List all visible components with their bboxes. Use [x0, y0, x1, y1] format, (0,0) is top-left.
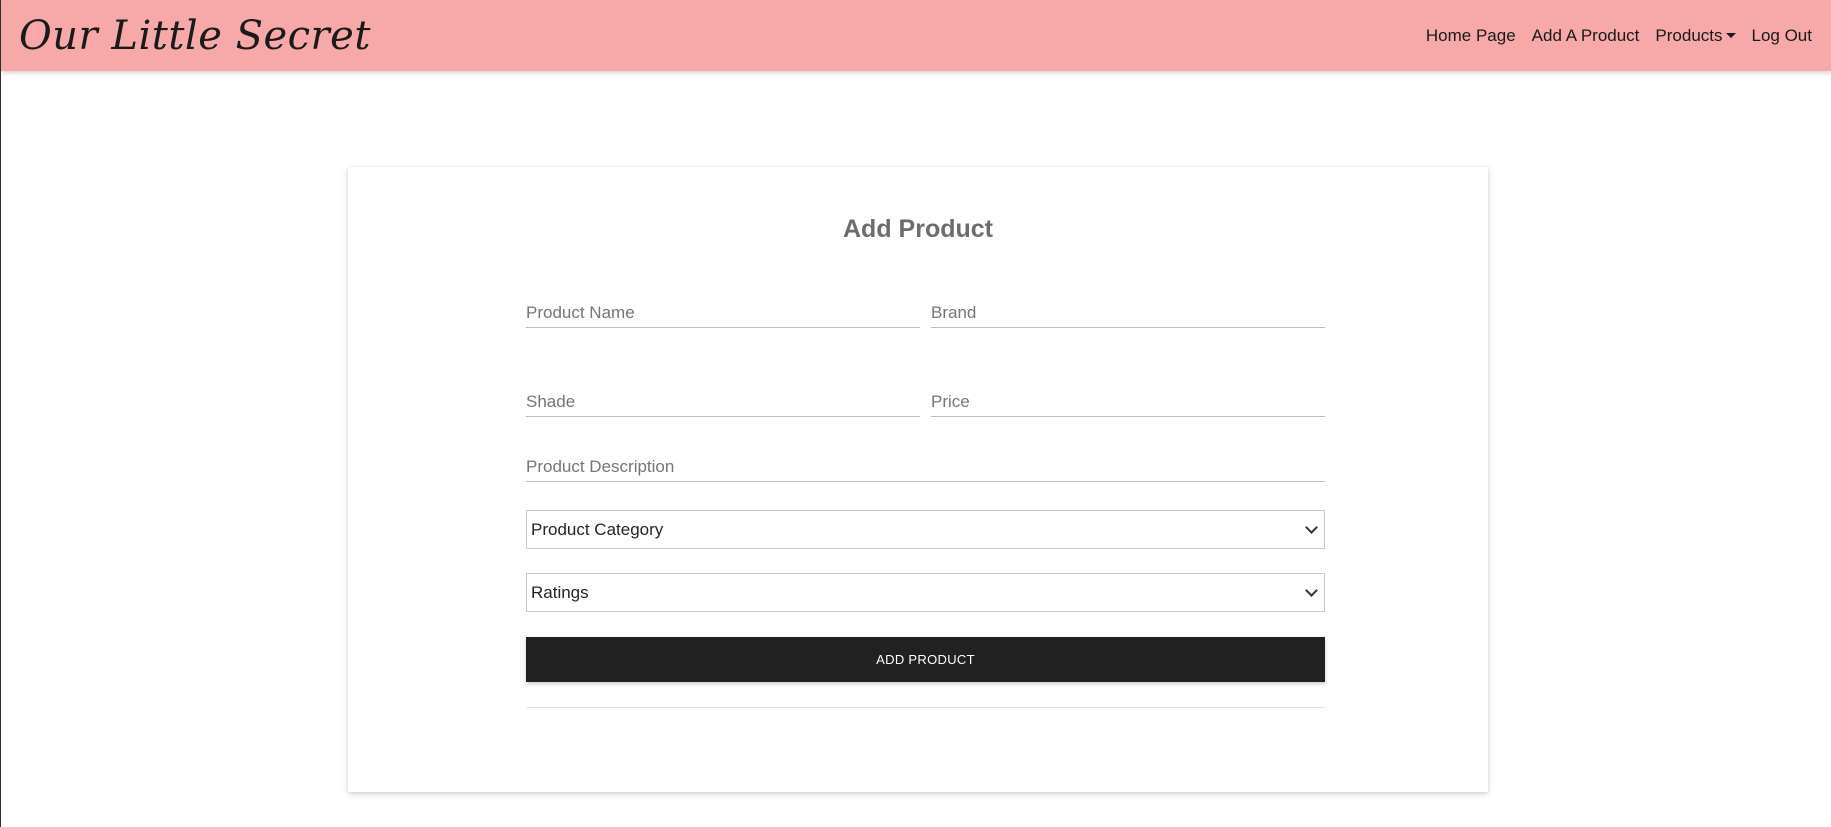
price-input[interactable]	[931, 387, 1325, 417]
shade-input[interactable]	[526, 387, 920, 417]
product-category-value: Product Category	[531, 519, 664, 539]
page: Our Little Secret Home Page Add A Produc…	[0, 0, 1831, 827]
nav-logout-link[interactable]: Log Out	[1752, 26, 1813, 46]
nav-links: Home Page Add A Product Products Log Out	[1410, 26, 1812, 46]
chevron-down-icon	[1305, 584, 1318, 597]
caret-down-icon	[1725, 33, 1736, 38]
top-navbar: Our Little Secret Home Page Add A Produc…	[1, 0, 1831, 71]
form-divider	[526, 707, 1325, 708]
product-name-input[interactable]	[526, 298, 920, 328]
add-product-card: Add Product Product Category Ratings ADD…	[348, 167, 1488, 792]
ratings-value: Ratings	[531, 582, 589, 602]
product-description-input[interactable]	[526, 452, 1325, 482]
nav-products-label: Products	[1655, 25, 1723, 45]
product-category-select[interactable]: Product Category	[526, 510, 1325, 549]
ratings-select[interactable]: Ratings	[526, 573, 1325, 612]
nav-products-dropdown[interactable]: Products	[1655, 25, 1736, 46]
nav-home-link[interactable]: Home Page	[1426, 26, 1516, 46]
chevron-down-icon	[1305, 521, 1318, 534]
add-product-button[interactable]: ADD PRODUCT	[526, 637, 1325, 682]
nav-add-product-link[interactable]: Add A Product	[1532, 26, 1640, 46]
form-title: Add Product	[843, 215, 993, 243]
brand-input[interactable]	[931, 298, 1325, 328]
brand-logo[interactable]: Our Little Secret	[19, 13, 371, 59]
